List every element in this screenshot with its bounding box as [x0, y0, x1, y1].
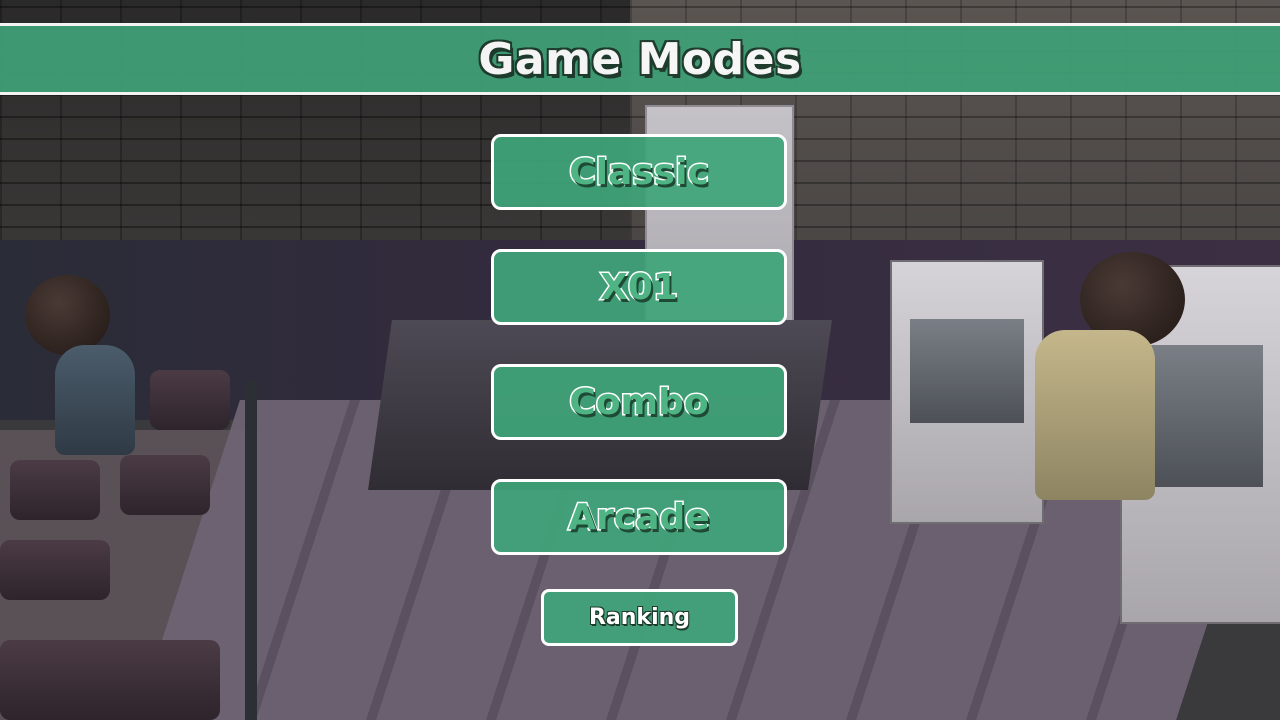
railing [245, 380, 257, 720]
page-title: Game Modes [478, 33, 802, 85]
arcade-mode-button[interactable]: Arcade [491, 479, 787, 555]
ranking-button[interactable]: Ranking [541, 589, 738, 646]
theater-seat [0, 540, 110, 600]
theater-seat [120, 455, 210, 515]
character-head [25, 275, 110, 355]
arcade-cabinet-screen [910, 319, 1024, 424]
title-bar: Game Modes [0, 23, 1280, 95]
arcade-cabinet-screen [1141, 345, 1263, 488]
combo-mode-button[interactable]: Combo [491, 364, 787, 440]
theater-seat [150, 370, 230, 430]
classic-mode-button[interactable]: Classic [491, 134, 787, 210]
theater-seat [10, 460, 100, 520]
arcade-mode-label: Arcade [567, 495, 711, 539]
theater-seat [0, 640, 220, 720]
x01-mode-button[interactable]: X01 [491, 249, 787, 325]
character-body [55, 345, 135, 455]
arcade-cabinet-left [890, 260, 1044, 524]
classic-mode-label: Classic [568, 150, 711, 194]
character-body [1035, 330, 1155, 500]
combo-mode-label: Combo [568, 380, 710, 424]
ranking-label: Ranking [588, 605, 691, 630]
x01-mode-label: X01 [599, 265, 680, 309]
